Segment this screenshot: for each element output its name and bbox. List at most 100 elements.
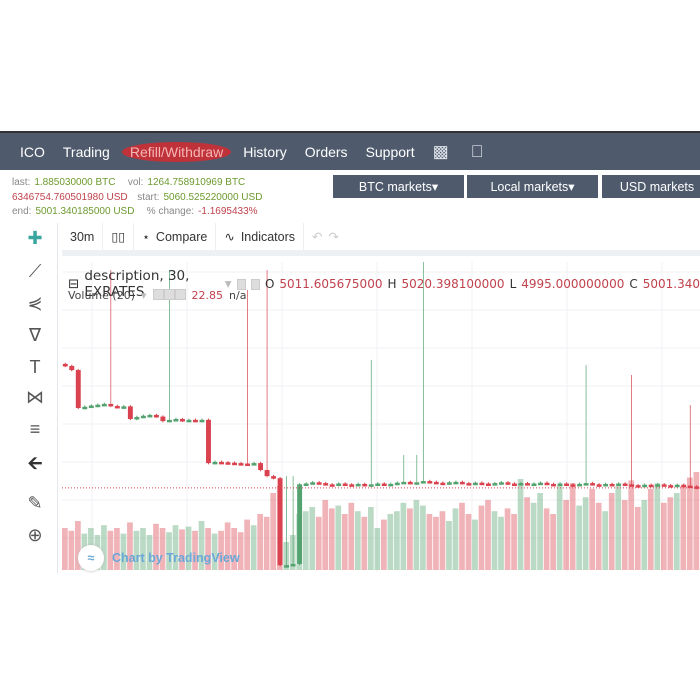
candle-body: [642, 484, 648, 488]
gear-icon[interactable]: [250, 278, 260, 290]
volume-bar: [615, 486, 622, 570]
start-label: start:: [137, 191, 160, 203]
high-value: 5020.398100000: [401, 277, 505, 291]
nav-refill-withdraw[interactable]: Refill/Withdraw: [121, 141, 232, 162]
volume-bar: [433, 516, 439, 570]
candle-body: [323, 483, 329, 486]
candles-icon: ▯▯: [111, 230, 126, 244]
btc-markets-button[interactable]: BTC markets ▾: [333, 175, 464, 198]
volume-settings-icon[interactable]: [163, 289, 175, 300]
volume-bar: [647, 488, 654, 570]
android-icon[interactable]: ▩: [433, 142, 449, 162]
candle-body: [668, 485, 674, 488]
candle-body: [264, 470, 270, 477]
volume-bar: [543, 508, 550, 570]
candle-body: [75, 370, 81, 408]
candle-body: [336, 483, 342, 487]
nav-history[interactable]: History: [243, 144, 287, 160]
apple-icon[interactable]: : [471, 142, 484, 162]
nav-orders[interactable]: Orders: [305, 144, 348, 160]
candle-body: [147, 414, 153, 418]
candle-body: [219, 461, 224, 465]
candle-body: [401, 481, 407, 485]
nav-ico[interactable]: ICO: [20, 144, 45, 160]
indicators-label: Indicators: [240, 229, 296, 244]
text-icon[interactable]: T: [22, 357, 48, 378]
candle-body: [498, 482, 504, 485]
volume-bar: [374, 528, 381, 570]
tradingview-watermark[interactable]: ≈ Chart by TradingView: [78, 545, 240, 571]
vol-label: vol:: [127, 177, 144, 188]
volume-bar: [348, 502, 355, 570]
volume-legend: Volume (20) ▾ 22.85 n/a: [68, 289, 246, 303]
volume-bar: [446, 521, 452, 570]
close-value: 5001.340: [642, 277, 700, 291]
trend-line-icon[interactable]: ⟋: [22, 261, 48, 282]
usd-value: 6346754.760501980 USD: [12, 191, 128, 203]
candle-body: [635, 485, 641, 488]
low-value: 4995.000000000: [521, 277, 625, 291]
candle-body: [127, 406, 133, 420]
brush-icon[interactable]: ∇: [22, 325, 48, 346]
compare-label: Compare: [155, 229, 208, 244]
volume-bar: [485, 500, 491, 570]
usd-markets-button[interactable]: USD markets: [602, 175, 700, 198]
interval-label: 30m: [70, 229, 95, 244]
volume-bar: [686, 477, 693, 570]
volume-bar: [407, 508, 413, 570]
zoom-in-icon[interactable]: ⊕: [22, 525, 48, 546]
candle-body: [433, 481, 439, 485]
candle-body: [446, 482, 452, 485]
candle-body: [245, 463, 250, 467]
candle-body: [577, 483, 583, 487]
volume-bar: [504, 508, 511, 570]
candle-body: [525, 483, 530, 486]
volume-bar: [628, 480, 635, 570]
watermark-label: Chart by TradingView: [112, 551, 240, 565]
pitchfork-icon[interactable]: ⋞: [22, 293, 48, 314]
interval-button[interactable]: 30m: [62, 223, 104, 250]
volume-bar: [641, 500, 648, 570]
settings-icon[interactable]: [236, 278, 246, 290]
candle-body: [388, 483, 394, 487]
change-value: -1.1695433%: [198, 206, 258, 217]
candle-body: [570, 484, 576, 487]
volume-dropdown-icon[interactable]: ▾: [141, 289, 147, 303]
nav-trading[interactable]: Trading: [63, 144, 110, 160]
volume-bar: [602, 511, 609, 570]
volume-bar: [517, 479, 524, 570]
crosshair-icon[interactable]: ✚: [22, 228, 48, 249]
volume-bar: [315, 516, 322, 570]
volume-bar: [62, 528, 68, 570]
price-chart[interactable]: [62, 262, 700, 572]
ruler-icon[interactable]: ✎: [22, 493, 48, 514]
volume-bar: [563, 500, 569, 570]
nav-support[interactable]: Support: [366, 144, 415, 160]
candle-body: [590, 483, 596, 486]
volume-eye-icon[interactable]: [152, 289, 164, 300]
chart-type-button[interactable]: ▯▯: [103, 223, 135, 250]
redo-icon[interactable]: ↷: [329, 229, 339, 244]
candle-body: [603, 483, 609, 487]
candle-body: [616, 483, 622, 487]
indicators-button[interactable]: ∿ Indicators: [216, 223, 305, 250]
local-markets-label: Local markets: [490, 179, 569, 194]
back-arrow-icon[interactable]: 🡨: [22, 451, 48, 481]
volume-close-icon[interactable]: [174, 289, 186, 300]
candle-body: [564, 483, 569, 487]
drawing-toolbar: ✚ ⟋ ⋞ ∇ T ⋈ ≡ 🡨 ✎ ⊕: [0, 223, 58, 573]
measure-lines-icon[interactable]: ≡: [22, 419, 48, 440]
volume-label: Volume (20): [68, 289, 135, 302]
candle-body: [681, 484, 687, 488]
candle-body: [355, 483, 361, 487]
candle-body: [381, 483, 387, 487]
pattern-icon[interactable]: ⋈: [22, 387, 48, 408]
volume-bar: [263, 516, 270, 570]
low-label: L: [509, 277, 517, 291]
undo-icon[interactable]: ↶: [312, 229, 322, 244]
volume-bar: [530, 502, 537, 570]
volume-bar: [660, 502, 667, 570]
compare-button[interactable]: ⋆ Compare: [134, 223, 217, 250]
local-markets-button[interactable]: Local markets ▾: [467, 175, 598, 198]
candle-body: [485, 483, 491, 487]
